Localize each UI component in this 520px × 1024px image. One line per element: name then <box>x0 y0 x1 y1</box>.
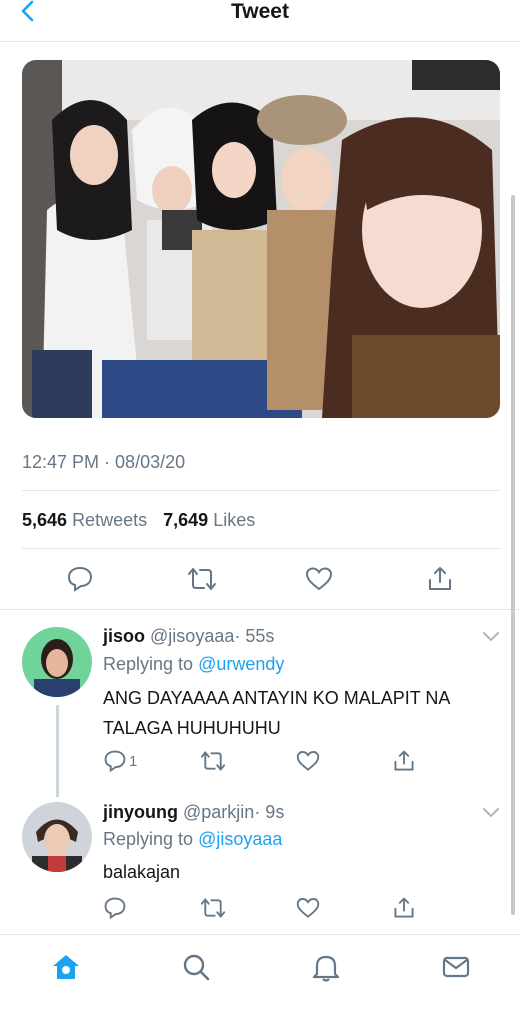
replying-to: Replying to @urwendy <box>103 652 284 676</box>
reply-icon[interactable] <box>64 563 96 595</box>
tweet-timestamp: 12:47 PM · 08/03/20 <box>22 452 186 472</box>
reply-header: jinyoung @parkjin· 9s <box>103 800 284 824</box>
reply-header: jisoo @jisoyaaa· 55s <box>103 624 274 648</box>
tweet-actions <box>0 563 520 603</box>
retweet-icon[interactable] <box>200 895 226 921</box>
reply-author-name[interactable]: jinyoung <box>103 802 178 822</box>
replying-to-label: Replying to <box>103 829 194 849</box>
retweet-icon[interactable] <box>200 748 226 774</box>
divider <box>0 609 520 610</box>
like-icon[interactable] <box>303 563 335 595</box>
replying-to-label: Replying to <box>103 654 194 674</box>
retweets-label[interactable]: Retweets <box>72 510 147 530</box>
reply-count: 1 <box>129 752 138 770</box>
share-icon[interactable] <box>392 748 416 774</box>
notifications-icon[interactable] <box>310 951 342 983</box>
nav-bar: Tweet <box>0 0 520 42</box>
avatar[interactable] <box>22 802 92 872</box>
avatar[interactable] <box>22 627 92 697</box>
thread-line <box>56 705 59 797</box>
reply-author-handle[interactable]: @parkjin <box>183 802 254 822</box>
reply-text: balakajan <box>103 862 181 882</box>
replying-to-mention[interactable]: @jisoyaaa <box>198 829 282 849</box>
divider <box>22 548 500 549</box>
retweet-icon[interactable] <box>186 563 218 595</box>
divider <box>22 490 500 491</box>
likes-count[interactable]: 7,649 <box>163 510 208 530</box>
tweet-stats: 5,646 Retweets 7,649 Likes <box>22 508 255 532</box>
reply-time: · 55s <box>234 626 275 646</box>
replying-to: Replying to @jisoyaaa <box>103 827 282 851</box>
home-icon[interactable] <box>50 951 82 983</box>
reply-time: · 9s <box>254 802 285 822</box>
reply-author-handle[interactable]: @jisoyaaa <box>150 626 234 646</box>
tab-bar <box>0 934 520 1024</box>
search-icon[interactable] <box>180 951 212 983</box>
retweets-count[interactable]: 5,646 <box>22 510 67 530</box>
reply-icon[interactable] <box>103 895 129 921</box>
tweet-photo[interactable] <box>22 60 500 418</box>
reply-icon[interactable]: 1 <box>103 748 137 774</box>
messages-icon[interactable] <box>440 951 472 983</box>
reply-author-name[interactable]: jisoo <box>103 626 145 646</box>
chevron-down-icon[interactable] <box>482 631 500 643</box>
replying-to-mention[interactable]: @urwendy <box>198 654 284 674</box>
share-icon[interactable] <box>392 895 416 921</box>
like-icon[interactable] <box>296 895 320 921</box>
reply-text: ANG DAYAAAA ANTAYIN KO MALAPIT NA TALAGA… <box>103 688 450 738</box>
share-icon[interactable] <box>424 563 456 595</box>
page-title: Tweet <box>231 0 289 23</box>
likes-label[interactable]: Likes <box>213 510 255 530</box>
chevron-down-icon[interactable] <box>482 807 500 819</box>
like-icon[interactable] <box>296 748 320 774</box>
scrollbar[interactable] <box>511 195 515 915</box>
